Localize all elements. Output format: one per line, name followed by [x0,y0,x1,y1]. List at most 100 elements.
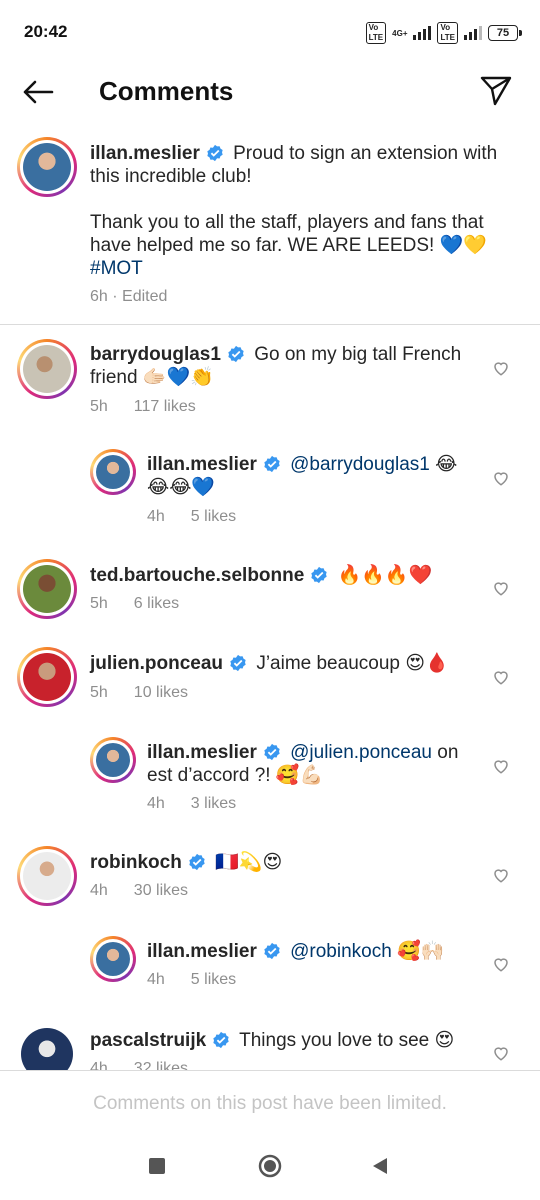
avatar[interactable] [90,737,136,783]
reply-meta: 4h 5 likes [147,508,236,526]
volte-icon: Vo LTE [365,22,387,44]
reply-meta: 4h 5 likes [147,971,236,989]
verified-badge-icon [264,743,280,761]
comment-meta: 5h 6 likes [90,595,179,613]
comment-username[interactable]: ted.bartouche.selbonne [90,565,304,586]
signal-strength-icon [413,26,432,40]
comment-meta: 5h 117 likes [90,398,196,416]
arrow-left-icon[interactable] [20,74,56,110]
verified-badge-icon [213,1031,229,1049]
reply-meta: 4h 3 likes [147,795,236,813]
comment-time: 5h [90,595,108,612]
verified-badge-icon [311,566,327,584]
comment-username[interactable]: pascalstruijk [90,1030,206,1051]
comment-likes[interactable]: 6 likes [134,595,179,612]
app-header: Comments [0,62,540,122]
volte-icon-2: Vo LTE [437,22,458,44]
reply-likes[interactable]: 5 likes [191,971,236,988]
comment-username[interactable]: barrydouglas1 [90,344,221,365]
reply-body: 🥰🙌🏻 [397,941,445,962]
caption-meta: 6h · Edited [90,288,168,305]
comment-time: 5h [90,398,108,415]
comment-time: 5h [90,684,108,701]
comment-likes[interactable]: 30 likes [134,882,188,899]
like-heart-icon[interactable] [492,757,510,775]
mention-link[interactable]: @julien.ponceau [290,742,432,763]
page-title: Comments [99,76,234,106]
system-nav-bar [0,1136,540,1200]
comment-body: 🇫🇷💫😍 [215,852,283,873]
home-button[interactable] [258,1154,282,1178]
status-bar: 20:42 Vo LTE 4G+ Vo LTE 75 [0,0,540,62]
divider [0,324,540,325]
comment-time: 4h [90,1060,108,1070]
reply-likes[interactable]: 5 likes [191,508,236,525]
hashtag-link[interactable]: #MOT [90,258,143,279]
paper-plane-icon[interactable] [478,72,514,108]
mention-link[interactable]: @barrydouglas1 [290,454,430,475]
comment-text: julien.ponceau J’aime beaucoup 😍🩸 [90,652,480,675]
caption-text-2: Thank you to all the staff, players and … [90,212,487,256]
comment-meta: 4h 30 likes [90,882,188,900]
reply-time: 4h [147,795,165,812]
comment-likes[interactable]: 117 likes [134,398,196,415]
caption-text: illan.meslier Proud to sign an extension… [90,142,510,280]
avatar[interactable] [90,936,136,982]
comment-text: robinkoch 🇫🇷💫😍 [90,851,480,874]
comments-limited-text: Comments on this post have been limited. [93,1093,447,1114]
comment-text: barrydouglas1 Go on my big tall French f… [90,343,480,389]
comment-text: pascalstruijk Things you love to see 😍 [90,1029,480,1052]
comment-username[interactable]: julien.ponceau [90,653,223,674]
reply-username[interactable]: illan.meslier [147,941,257,962]
comment-body: Things you love to see 😍 [239,1030,455,1051]
avatar[interactable] [90,449,136,495]
like-heart-icon[interactable] [492,1044,510,1062]
comment-likes[interactable]: 32 likes [134,1060,188,1070]
reply-time: 4h [147,508,165,525]
avatar[interactable] [17,647,77,707]
recent-apps-button[interactable] [149,1158,165,1174]
comment-text: ted.bartouche.selbonne 🔥🔥🔥❤️ [90,564,480,587]
comments-list[interactable]: illan.meslier Proud to sign an extension… [0,122,540,1070]
comment-body: 🔥🔥🔥❤️ [337,565,433,586]
avatar[interactable] [21,1028,73,1070]
verified-badge-icon [230,654,246,672]
battery-icon: 75 [488,25,522,41]
caption-username[interactable]: illan.meslier [90,143,200,164]
verified-badge-icon [189,853,205,871]
verified-badge-icon [207,144,223,162]
reply-time: 4h [147,971,165,988]
like-heart-icon[interactable] [492,866,510,884]
like-heart-icon[interactable] [492,359,510,377]
reply-likes[interactable]: 3 likes [191,795,236,812]
nav-back-button[interactable] [372,1157,388,1175]
like-heart-icon[interactable] [492,668,510,686]
reply-text: illan.meslier @barrydouglas1 😂😂😂💙 [147,453,472,499]
avatar[interactable] [17,339,77,399]
verified-badge-icon [264,942,280,960]
comment-meta: 4h 32 likes [90,1060,188,1070]
reply-username[interactable]: illan.meslier [147,454,257,475]
verified-badge-icon [264,455,280,473]
verified-badge-icon [228,345,244,363]
status-icons: Vo LTE 4G+ Vo LTE 75 [365,22,522,44]
like-heart-icon[interactable] [492,469,510,487]
status-time: 20:42 [24,22,68,41]
comment-time: 4h [90,882,108,899]
avatar[interactable] [17,846,77,906]
like-heart-icon[interactable] [492,579,510,597]
signal-strength-icon-2 [464,26,482,40]
comment-meta: 5h 10 likes [90,684,188,702]
comment-likes[interactable]: 10 likes [134,684,188,701]
comment-username[interactable]: robinkoch [90,852,182,873]
mention-link[interactable]: @robinkoch [290,941,392,962]
reply-username[interactable]: illan.meslier [147,742,257,763]
comments-limited-bar: Comments on this post have been limited. [0,1070,540,1137]
avatar[interactable] [17,137,77,197]
reply-text: illan.meslier @julien.ponceau on est d’a… [147,741,472,787]
comment-body: J’aime beaucoup 😍🩸 [256,653,449,674]
network-type: 4G+ [392,28,408,38]
reply-text: illan.meslier @robinkoch 🥰🙌🏻 [147,940,472,963]
avatar[interactable] [17,559,77,619]
like-heart-icon[interactable] [492,955,510,973]
